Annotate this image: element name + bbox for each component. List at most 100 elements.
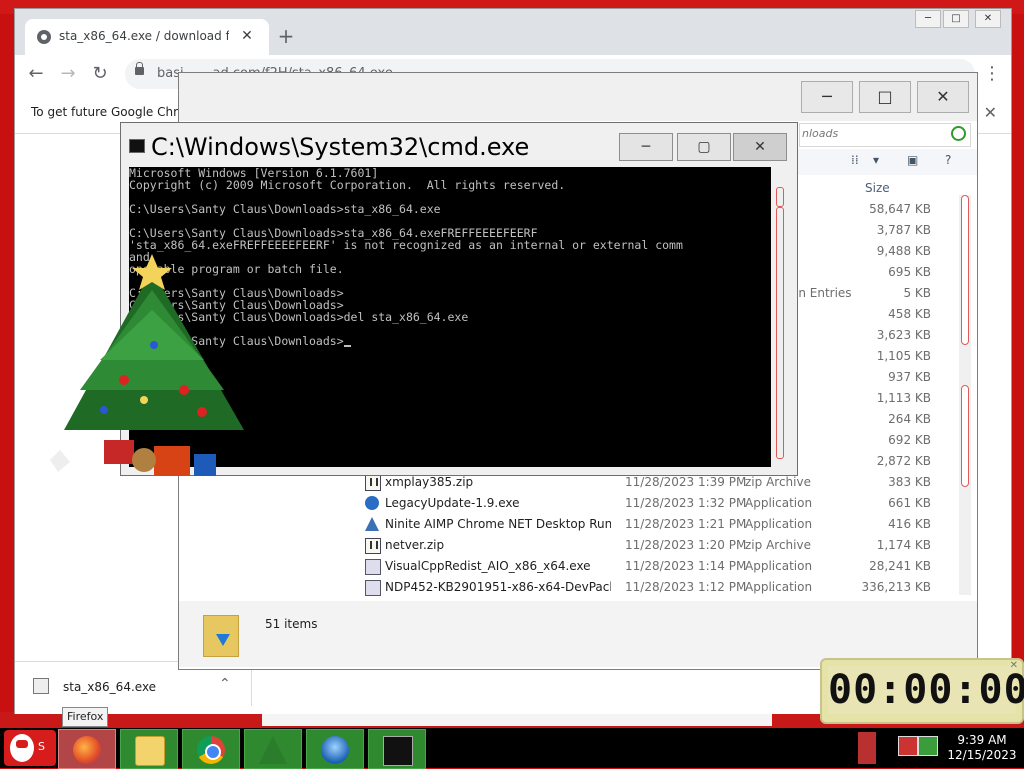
tray-marker [858,732,876,764]
firefox-icon [73,736,101,764]
chrome-minimize-button[interactable]: ─ [915,10,941,28]
exe-icon [365,559,381,575]
cmd-minimize-button[interactable]: ─ [619,133,673,161]
reload-icon[interactable]: ↻ [87,61,113,87]
console-line: C:\Users\Santy Claus\Downloads>sta_x86_6… [129,202,441,216]
network-icon[interactable] [918,736,938,756]
search-icon[interactable] [951,126,966,141]
infobar-message: To get future Google Chro [31,105,186,119]
explorer-maximize-button[interactable]: □ [859,81,911,113]
taskbar-firefox[interactable] [58,729,116,769]
file-name: VisualCppRedist_AIO_x86_x64.exe [385,559,591,573]
clock-date: 12/15/2023 [947,748,1017,762]
taskbar-cmd[interactable] [368,729,426,769]
file-row[interactable]: Ninite AIMP Chrome NET Desktop Runti... 1… [179,514,959,535]
back-arrow-icon[interactable]: ← [23,61,49,87]
file-size: 1,105 KB [876,349,931,363]
file-size: 9,488 KB [876,244,931,258]
taskbar-thunderbird[interactable] [306,729,364,769]
cmd-title: C:\Windows\System32\cmd.exe [151,133,530,161]
countdown-timer-gadget[interactable]: 00:00:00 ✕ [820,658,1024,724]
file-size: 695 KB [888,265,931,279]
file-row[interactable]: netver.zip 11/28/2023 1:20 PM zip Archive 1… [179,535,959,556]
infobar-close-icon[interactable]: ✕ [984,103,997,122]
explorer-titlebar: ─ □ ✕ [179,73,977,121]
cmd-maximize-button[interactable]: ▢ [677,133,731,161]
explorer-close-button[interactable]: ✕ [917,81,969,113]
file-row[interactable]: VisualCppRedist_AIO_x86_x64.exe 11/28/202… [179,556,959,577]
santa-icon [10,734,34,762]
console-line: Copyright (c) 2009 Microsoft Corporation… [129,178,566,192]
console-cursor [343,345,351,347]
file-date: 11/28/2023 1:12 PM [625,580,747,594]
cmd-close-button[interactable]: ✕ [733,133,787,161]
exe-icon [365,580,381,596]
file-size: 383 KB [888,475,931,489]
file-date: 11/28/2023 1:39 PM [625,475,747,489]
download-item[interactable]: sta_x86_64.exe ⌃ [25,672,251,704]
chrome-close-button[interactable]: ✕ [975,10,1001,28]
explorer-scrollbar[interactable] [959,195,971,595]
cmd-titlebar[interactable]: C:\Windows\System32\cmd.exe ─ ▢ ✕ [121,123,797,167]
preview-pane-icon[interactable]: ▣ [907,153,918,167]
file-size: 1,113 KB [876,391,931,405]
app-icon [365,496,379,510]
taskbar: S 9:39 AM 12/15/2023 [0,728,1024,769]
downloads-folder-icon [203,615,239,657]
size-column-header[interactable]: Size [865,181,890,195]
file-size: 692 KB [888,433,931,447]
item-count: 51 items [265,617,318,631]
download-filename: sta_x86_64.exe [63,680,157,694]
action-center-icon[interactable] [898,736,918,756]
chrome-maximize-button[interactable]: □ [943,10,969,28]
file-size: 28,241 KB [869,559,931,573]
start-button[interactable]: S [4,730,56,766]
scrollbar-thumb[interactable] [961,195,969,345]
taskbar-tree[interactable] [244,729,302,769]
scrollbar-track-segment[interactable] [961,385,969,487]
tray-clock[interactable]: 9:39 AM 12/15/2023 [946,733,1018,763]
explorer-minimize-button[interactable]: ─ [801,81,853,113]
taskbar-chrome[interactable] [182,729,240,769]
chevron-up-icon[interactable]: ⌃ [219,676,231,692]
file-size: 661 KB [888,496,931,510]
cmd-icon [129,139,145,153]
desktop-wallpaper-strip [262,714,772,726]
chrome-icon [197,736,225,764]
forward-arrow-icon[interactable]: → [55,61,81,87]
menu-dots-icon[interactable]: ⋮ [979,61,1005,87]
tab-title: sta_x86_64.exe / download from [59,29,229,43]
christmas-tree-gadget [50,254,244,476]
file-size: 264 KB [888,412,931,426]
file-name: Ninite AIMP Chrome NET Desktop Runti... [385,517,611,531]
view-options-icon[interactable]: ⁞⁞ [851,153,859,167]
cmd-scrollbar[interactable] [771,167,787,467]
tab-close-icon[interactable]: ✕ [237,26,257,46]
view-dropdown-icon[interactable]: ▾ [873,153,879,167]
file-row[interactable]: NDP452-KB2901951-x86-x64-DevPack.exe 11/2… [179,577,959,598]
start-label: S [38,740,45,753]
lock-icon [135,62,144,75]
file-name: NDP452-KB2901951-x86-x64-DevPack.exe [385,580,611,594]
file-size: 3,623 KB [876,328,931,342]
file-row[interactable]: LegacyUpdate-1.9.exe 11/28/2023 1:32 PM Ap… [179,493,959,514]
file-size: 58,647 KB [869,202,931,216]
zip-icon [365,475,381,491]
cmd-scroll-thumb[interactable] [776,187,784,207]
chrome-tab[interactable]: sta_x86_64.exe / download from ✕ [25,19,269,55]
help-icon[interactable]: ? [945,153,951,167]
taskbar-explorer[interactable] [120,729,178,769]
system-tray: 9:39 AM 12/15/2023 [858,730,1024,766]
cmd-scroll-track[interactable] [776,207,784,459]
new-tab-button[interactable]: + [275,25,297,47]
zip-icon [365,538,381,554]
file-size: 3,787 KB [876,223,931,237]
timer-close-icon[interactable]: ✕ [1010,660,1018,671]
file-size: 5 KB [903,286,931,300]
chrome-tabbar: sta_x86_64.exe / download from ✕ + ─ □ ✕ [15,9,1011,55]
search-text: nloads [802,127,839,140]
folder-icon [135,736,165,766]
explorer-search-input[interactable]: nloads [799,123,971,147]
file-size: 2,872 KB [876,454,931,468]
file-size: 1,174 KB [876,538,931,552]
